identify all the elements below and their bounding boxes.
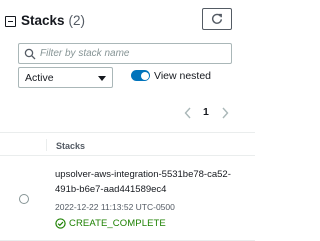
stacks-panel: Stacks (2) Active View nested 1 [0, 0, 255, 241]
stack-count: (2) [68, 13, 86, 28]
column-header-stacks: Stacks [56, 141, 86, 151]
toggle-knob [140, 71, 149, 80]
chevron-right-icon[interactable] [220, 107, 230, 119]
status-filter-value: Active [25, 72, 54, 84]
column-separator [46, 139, 47, 151]
view-nested-toggle[interactable] [131, 70, 150, 81]
panel-header: Stacks (2) [0, 0, 255, 38]
status-filter-select[interactable]: Active [18, 67, 113, 88]
stack-created-time: 2022-12-22 11:13:52 UTC-0500 [55, 202, 175, 212]
collapse-icon[interactable] [5, 16, 16, 27]
search-input[interactable] [40, 45, 228, 62]
caret-down-icon [98, 76, 106, 81]
view-nested-label: View nested [154, 70, 212, 82]
table-row[interactable]: upsolver-aws-integration-5531be78-ca52-4… [0, 157, 255, 241]
pagination: 1 [180, 105, 236, 121]
table-header: Stacks [0, 133, 255, 156]
page-title: Stacks (2) [21, 13, 85, 28]
current-page[interactable]: 1 [203, 106, 209, 118]
search-field[interactable] [18, 43, 232, 64]
row-select-radio[interactable] [19, 194, 29, 204]
status-text: CREATE_COMPLETE [69, 218, 166, 229]
refresh-icon [211, 13, 223, 24]
refresh-button[interactable] [202, 8, 232, 30]
chevron-left-icon[interactable] [183, 107, 193, 119]
title-label: Stacks [21, 13, 65, 28]
stack-name-link[interactable]: upsolver-aws-integration-5531be78-ca52-4… [55, 167, 235, 197]
search-icon [24, 48, 36, 60]
status-badge: CREATE_COMPLETE [55, 218, 166, 229]
check-circle-icon [55, 218, 66, 229]
